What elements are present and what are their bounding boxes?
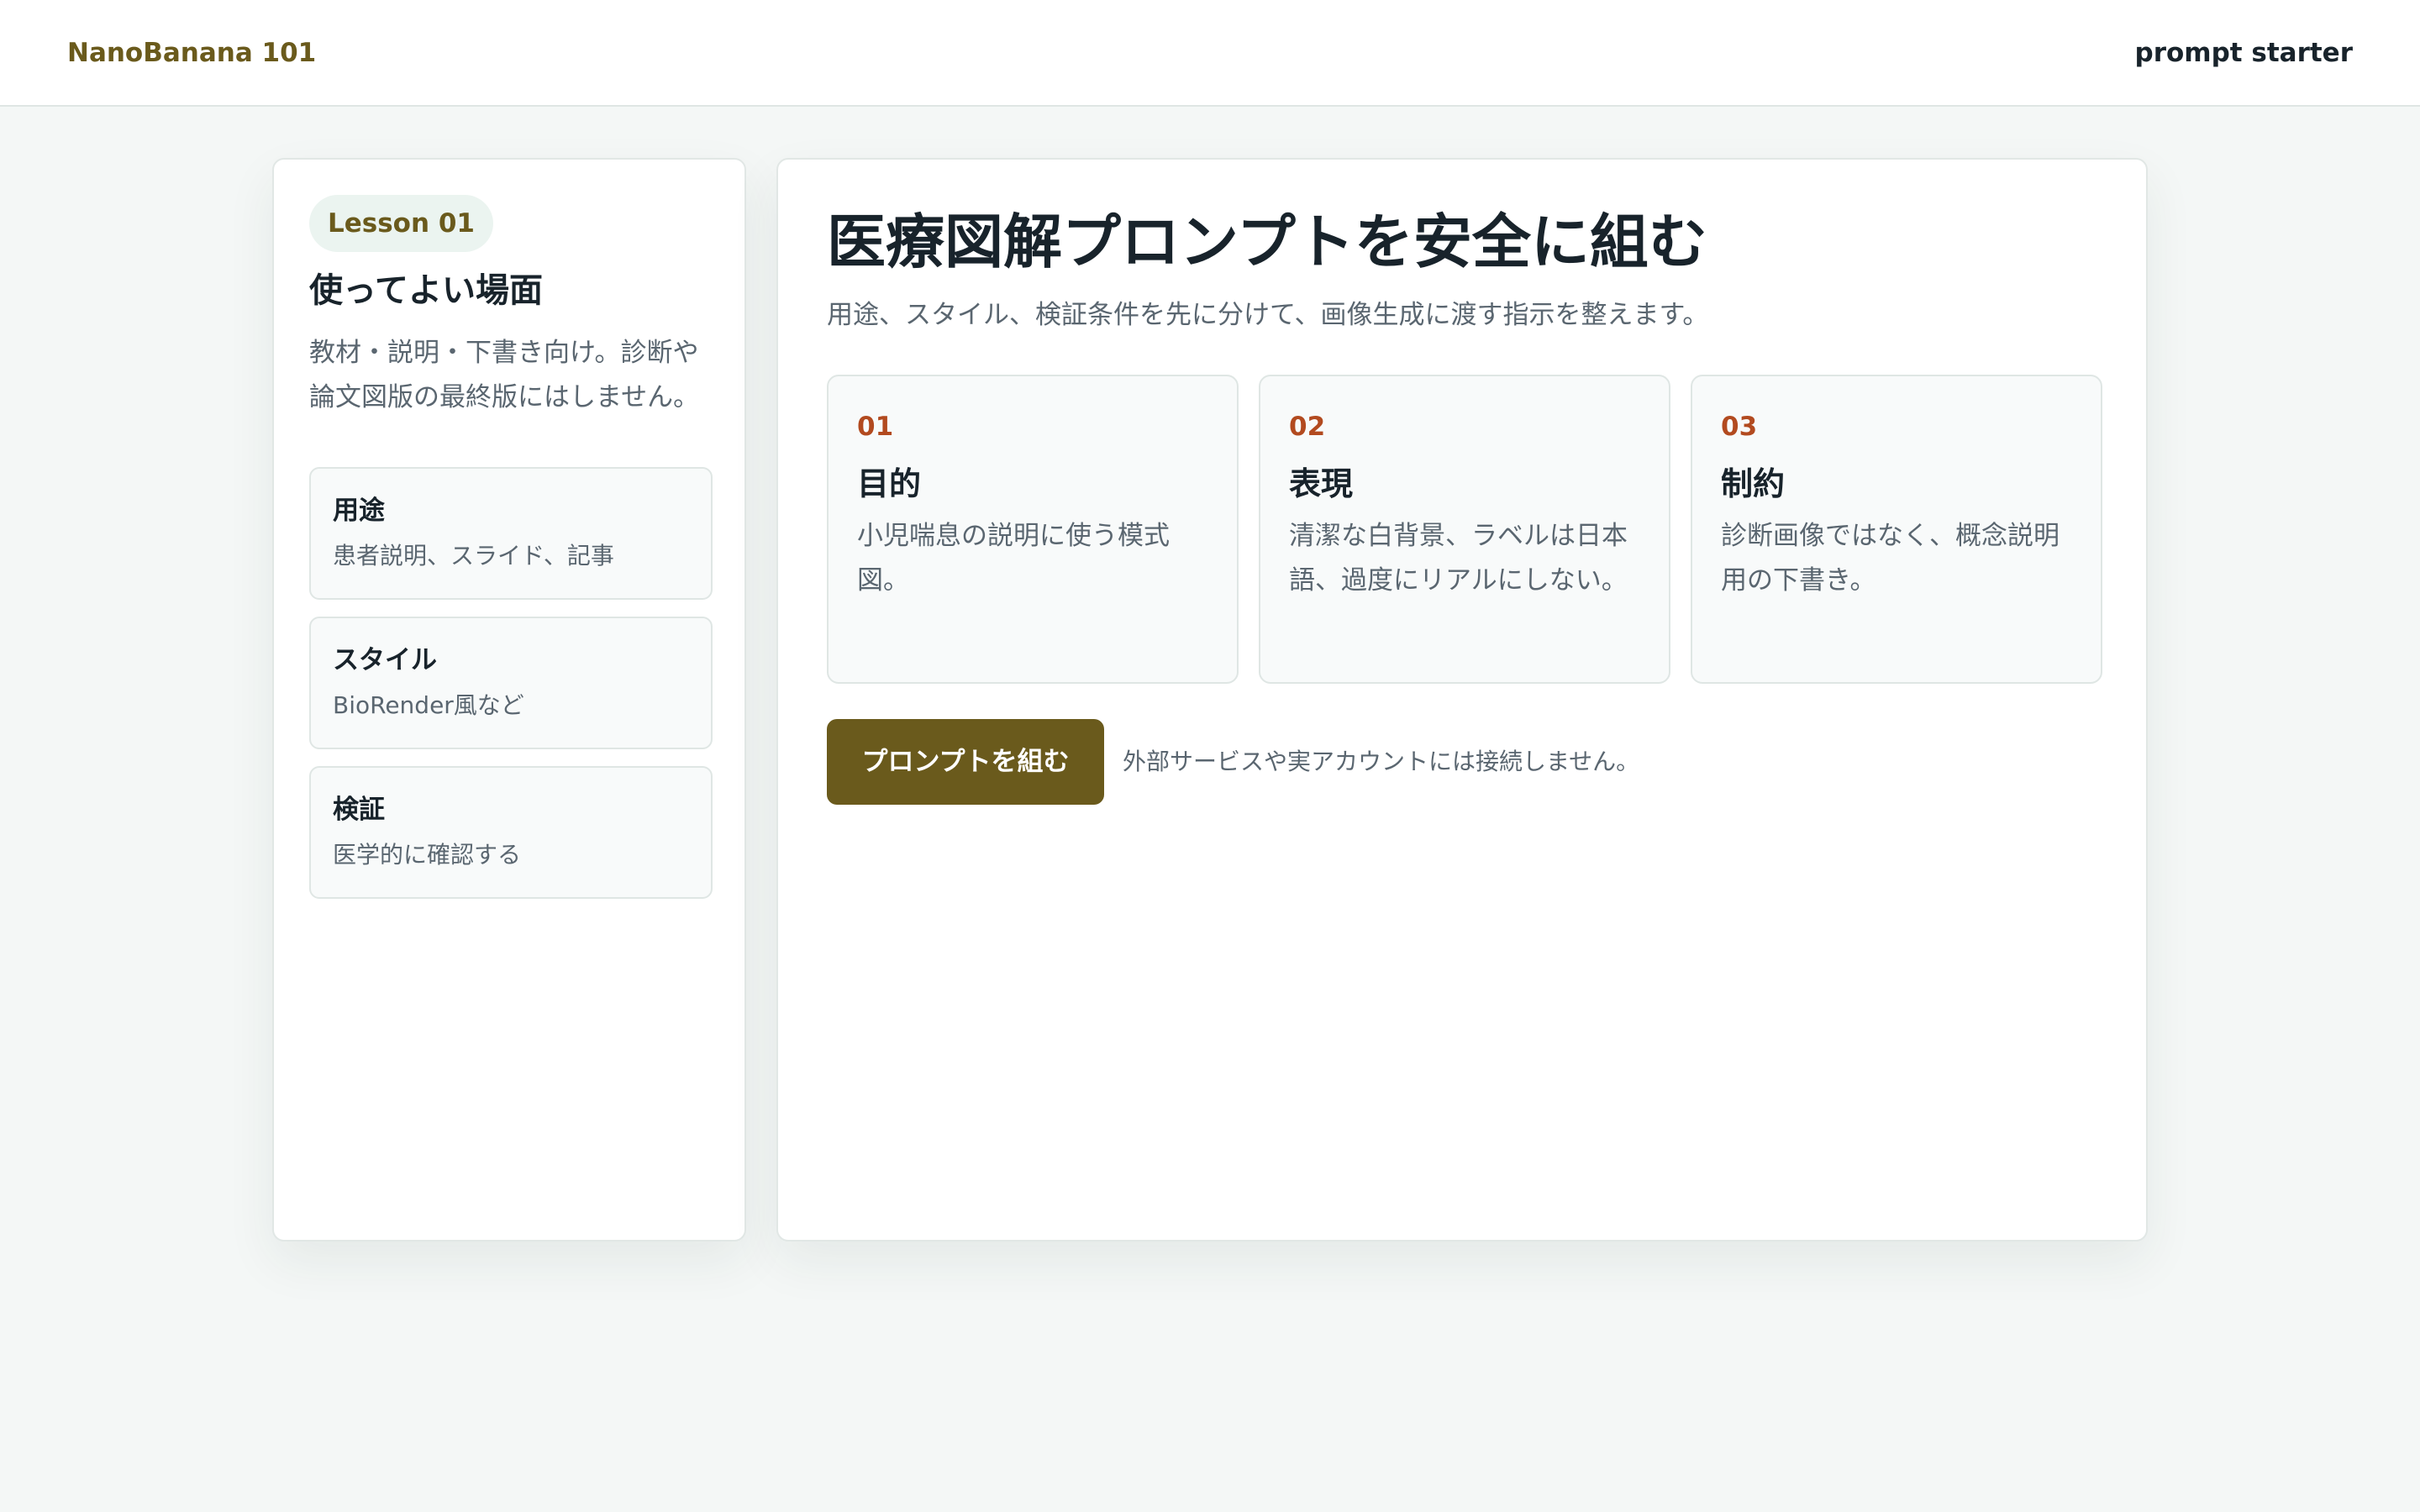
step-number: 03 <box>1721 412 1758 442</box>
sidebar-card-subtitle: 医学的に確認する <box>333 841 522 869</box>
step-description: 清潔な白背景、ラベルは日本語、過度にリアルにしない。 <box>1289 521 1628 596</box>
page-title: 医療図解プロンプトを安全に組む <box>827 207 1707 276</box>
brand-logo-text[interactable]: NanoBanana 101 <box>67 34 316 71</box>
header-right-label: prompt starter <box>2134 38 2354 68</box>
step-card-constraints: 03 制約 診断画像ではなく、概念説明用の下書き。 <box>1691 375 2102 684</box>
sidebar-card-title: スタイル <box>333 645 437 675</box>
page-lead-text: 用途、スタイル、検証条件を先に分けて、画像生成に渡す指示を整えます。 <box>827 300 1709 330</box>
sidebar-card-subtitle: 患者説明、スライド、記事 <box>333 542 614 570</box>
offline-note: 外部サービスや実アカウントには接続しません。 <box>1123 748 1640 775</box>
build-prompt-button[interactable]: プロンプトを組む <box>827 719 1104 805</box>
sidebar-card-title: 検証 <box>333 795 385 825</box>
step-card-purpose: 01 目的 小児喘息の説明に使う模式図。 <box>827 375 1239 684</box>
step-description: 小児喘息の説明に使う模式図。 <box>857 521 1170 596</box>
sidebar-card-title: 用途 <box>333 496 385 526</box>
top-bar: NanoBanana 101 prompt starter <box>0 0 2420 107</box>
sidebar-title: 使ってよい場面 <box>309 271 543 310</box>
step-title: 表現 <box>1289 465 1354 502</box>
step-card-expression: 02 表現 清潔な白背景、ラベルは日本語、過度にリアルにしない。 <box>1259 375 1670 684</box>
step-title: 目的 <box>857 465 922 502</box>
step-number: 02 <box>1289 412 1326 442</box>
sidebar-card-usage: 用途 患者説明、スライド、記事 <box>309 467 713 600</box>
step-title: 制約 <box>1721 465 1786 502</box>
sidebar-card-verification: 検証 医学的に確認する <box>309 766 713 899</box>
sidebar-card-subtitle: BioRender風など <box>333 691 524 719</box>
main-panel: 医療図解プロンプトを安全に組む 用途、スタイル、検証条件を先に分けて、画像生成に… <box>776 158 2148 1242</box>
step-number: 01 <box>857 412 894 442</box>
sidebar-card-style: スタイル BioRender風など <box>309 617 713 749</box>
lesson-badge: Lesson 01 <box>309 195 493 252</box>
sidebar-panel: Lesson 01 使ってよい場面 教材・説明・下書き向け。診断や論文図版の最終… <box>272 158 746 1242</box>
step-description: 診断画像ではなく、概念説明用の下書き。 <box>1721 521 2060 596</box>
sidebar-description: 教材・説明・下書き向け。診断や論文図版の最終版にはしません。 <box>309 338 700 412</box>
